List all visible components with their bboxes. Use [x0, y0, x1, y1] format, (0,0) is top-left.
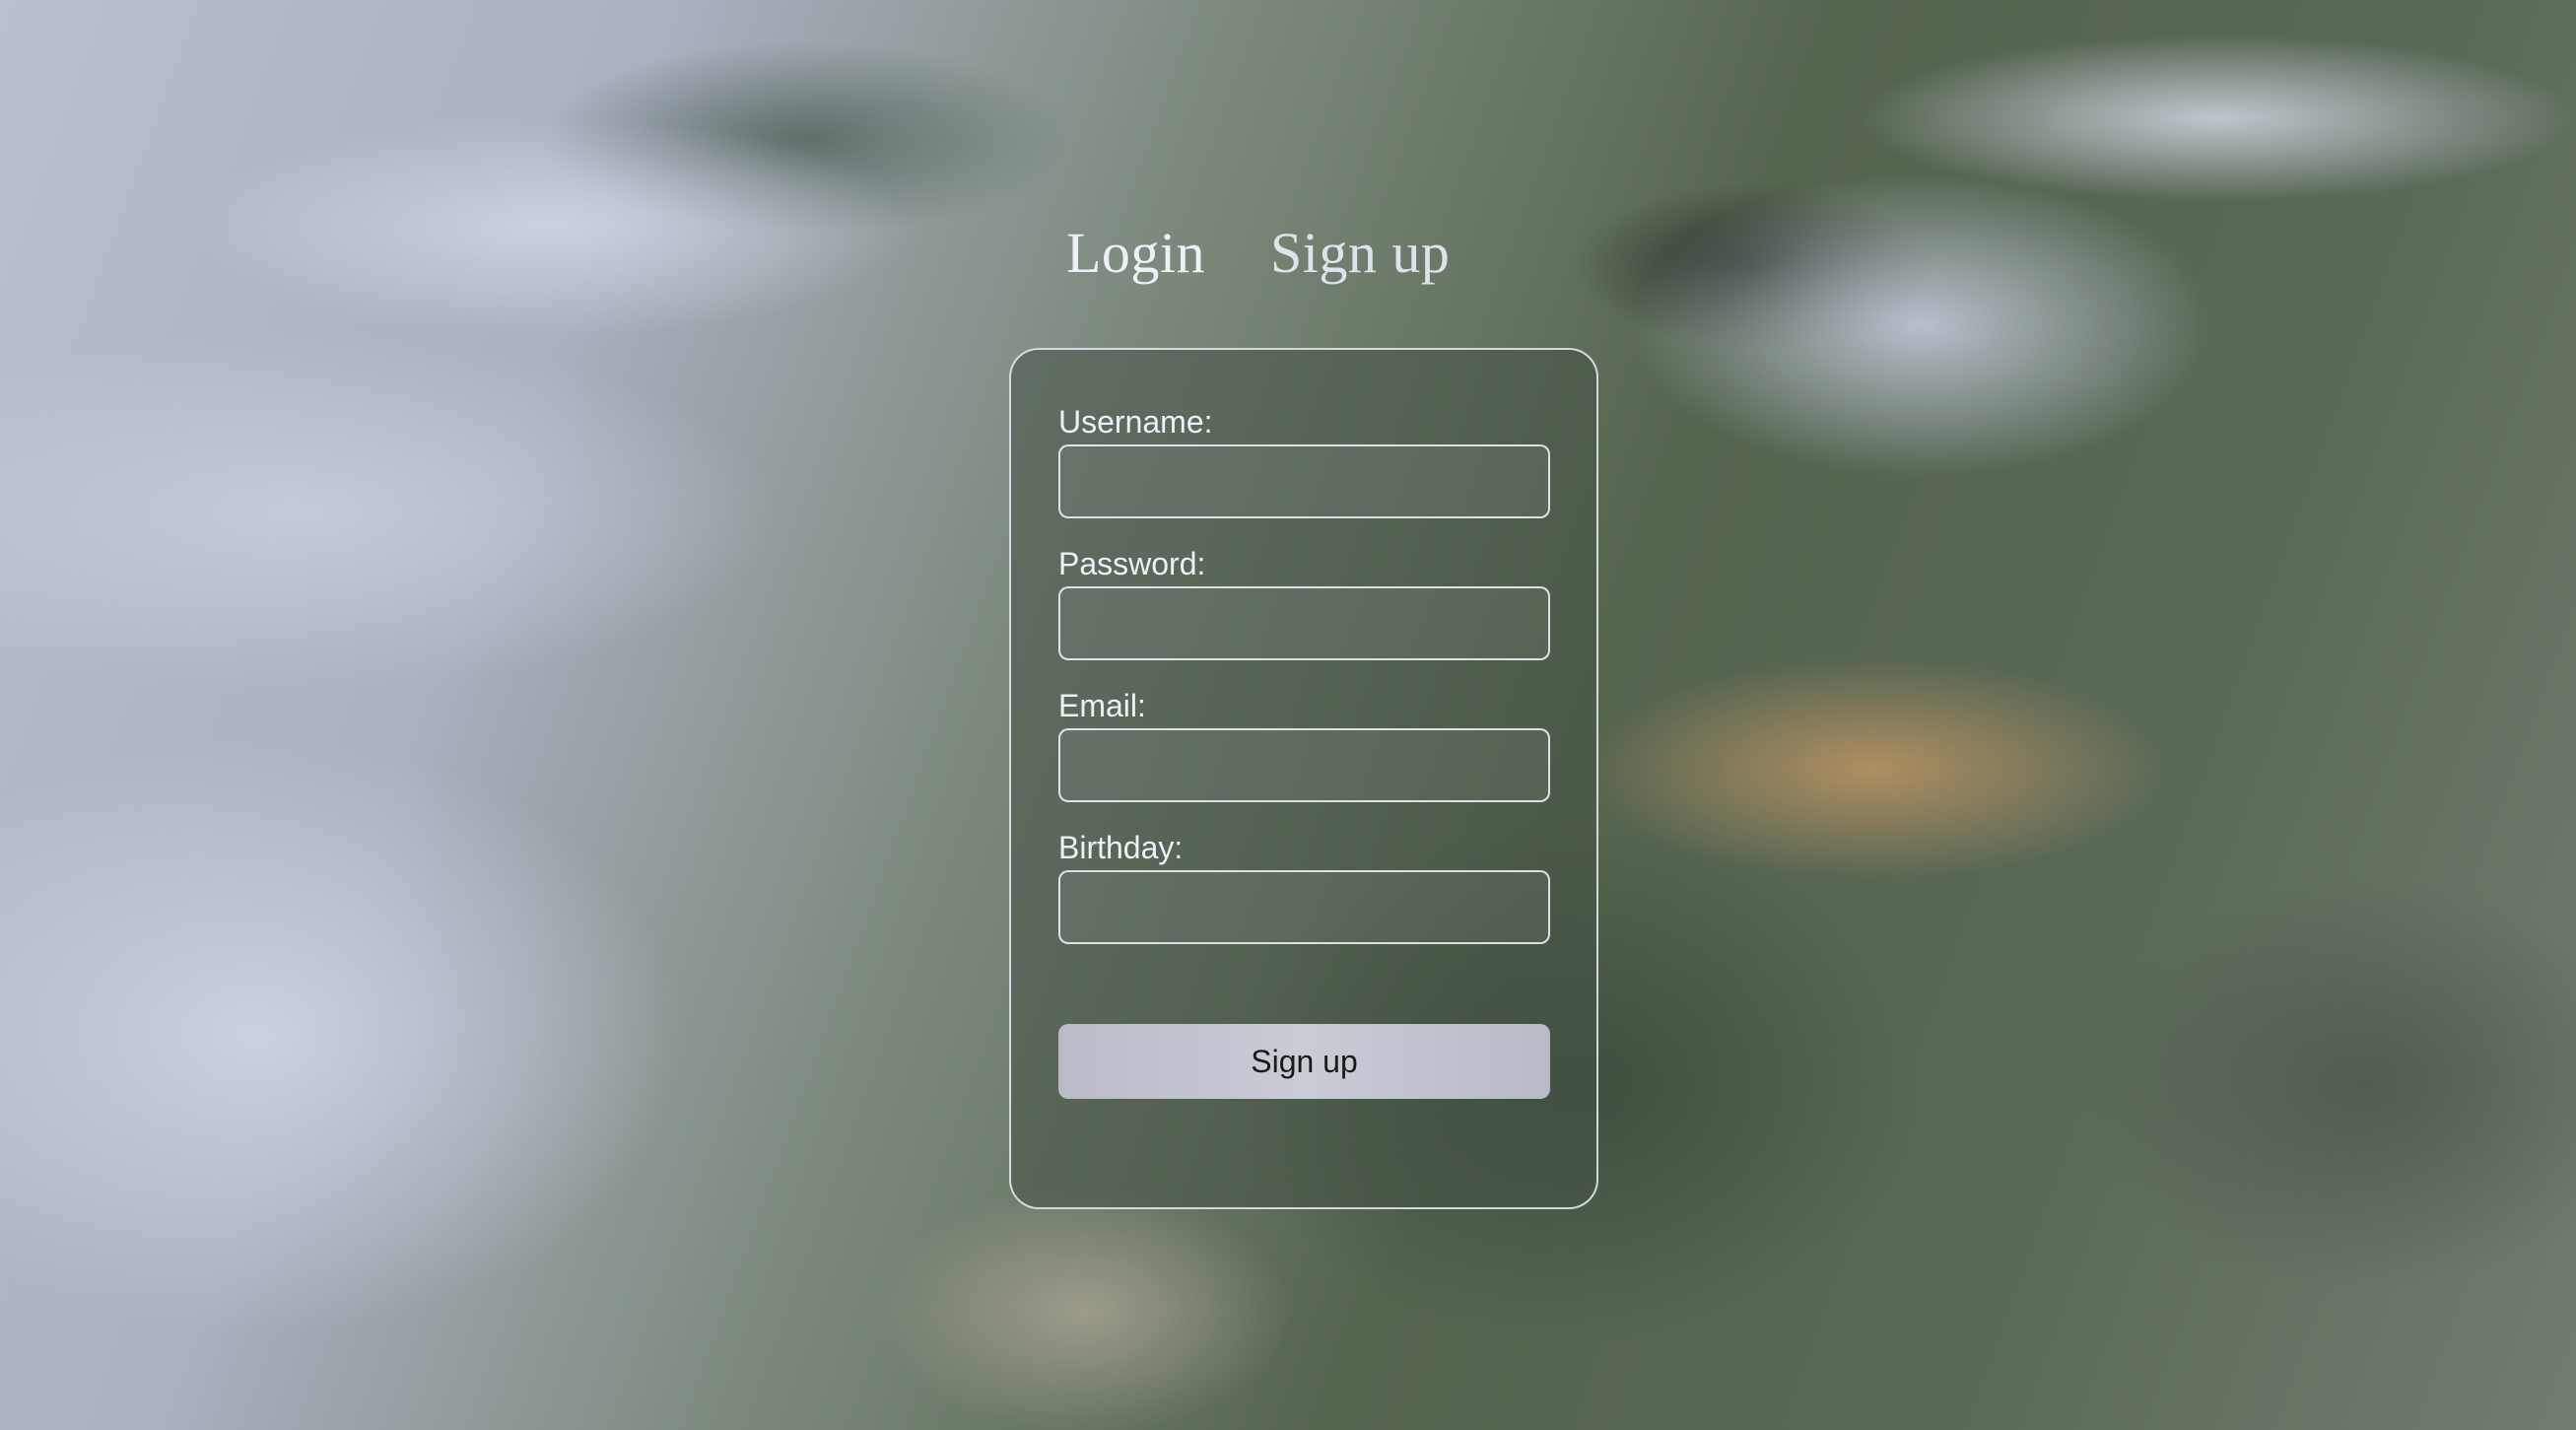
username-label: Username:: [1058, 404, 1213, 440]
birthday-field[interactable]: [1058, 870, 1550, 944]
username-field[interactable]: [1058, 444, 1550, 518]
email-label: Email:: [1058, 688, 1146, 723]
birthday-label: Birthday:: [1058, 830, 1184, 865]
auth-tabs: Login Sign up: [1066, 215, 1450, 292]
password-label: Password:: [1058, 546, 1206, 581]
email-field[interactable]: [1058, 728, 1550, 802]
tab-login[interactable]: Login: [1066, 215, 1205, 292]
password-field[interactable]: [1058, 586, 1550, 660]
tab-signup[interactable]: Sign up: [1270, 215, 1450, 292]
signup-button[interactable]: Sign up: [1058, 1024, 1550, 1099]
signup-form: Username: Password: Email: Birthday: Sig…: [1009, 348, 1598, 1209]
